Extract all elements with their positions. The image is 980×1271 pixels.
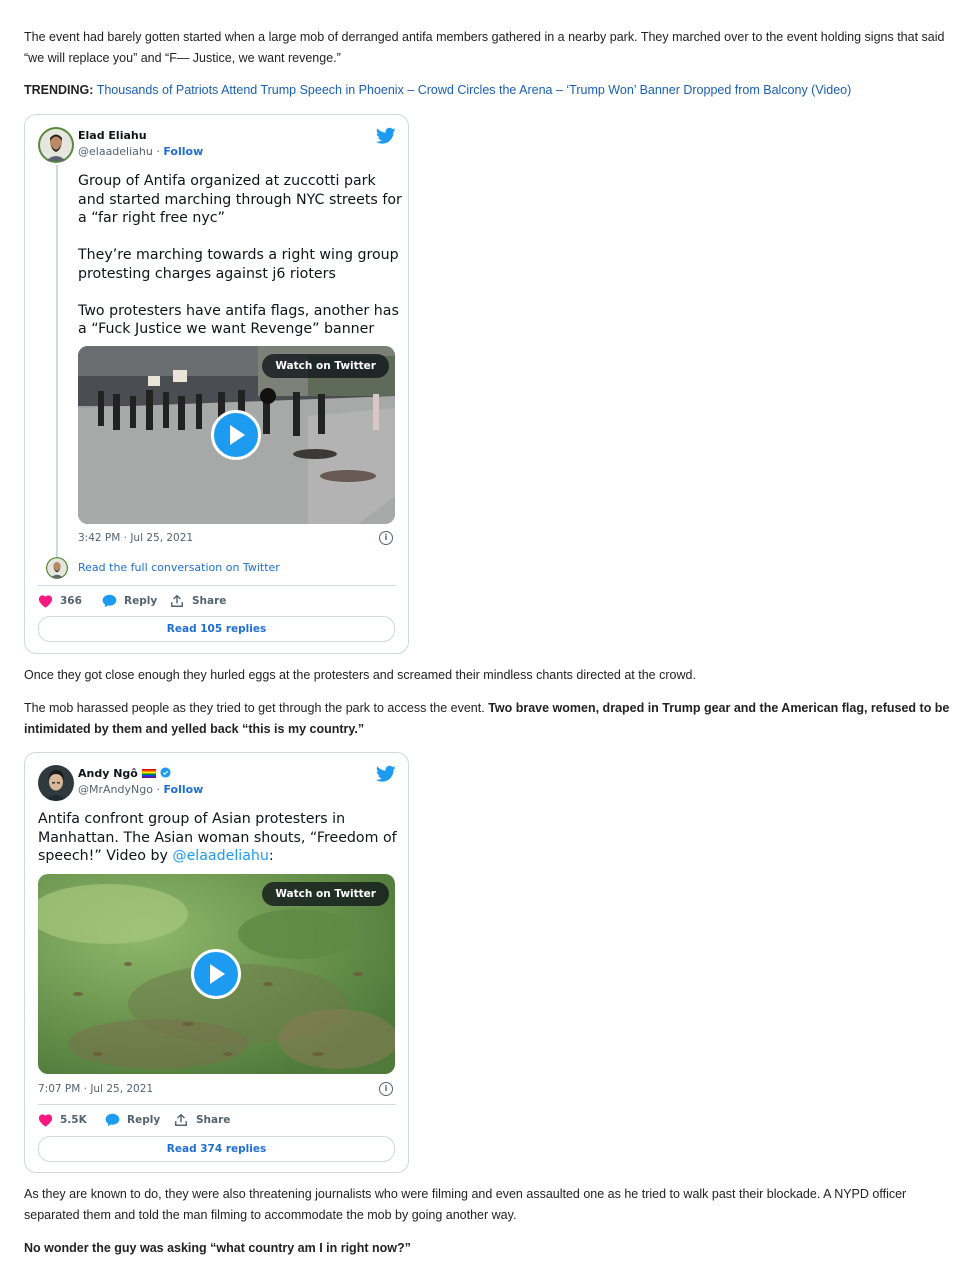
read-replies-button[interactable]: Read 374 replies (38, 1136, 395, 1162)
share-icon (171, 594, 183, 607)
twitter-bird-icon[interactable] (376, 127, 396, 145)
info-icon[interactable]: i (379, 531, 393, 545)
tweet-video[interactable]: Watch on Twitter (78, 346, 395, 524)
tweet-author-handle: @MrAndyNgo · Follow (78, 783, 203, 796)
reply-button[interactable]: Reply (105, 1112, 175, 1128)
avatar[interactable] (38, 127, 74, 163)
trending-line: TRENDING: Thousands of Patriots Attend T… (24, 80, 954, 101)
tweet-author-name: Andy Ngô (78, 767, 171, 780)
tweet-text-end: : (268, 848, 274, 864)
pride-flag-icon (141, 769, 156, 778)
conversation-avatar (46, 557, 68, 579)
mention-link[interactable]: @elaadeliahu (172, 848, 269, 864)
avatar[interactable] (38, 765, 74, 801)
reply-button[interactable]: Reply (102, 593, 172, 609)
author-name-text[interactable]: Andy Ngô (78, 767, 138, 780)
handle-separator: · (152, 783, 164, 796)
handle-separator: · (152, 145, 164, 158)
follow-button[interactable]: Follow (163, 145, 203, 158)
like-count: 5.5K (60, 1114, 87, 1126)
embedded-tweet-2: Andy Ngô @MrAndyNgo · Follow Antifa conf… (24, 752, 409, 1173)
watch-on-twitter-button[interactable]: Watch on Twitter (262, 882, 389, 906)
divider (38, 585, 396, 586)
heart-icon (38, 1114, 53, 1127)
twitter-bird-icon[interactable] (376, 765, 396, 783)
tweet-timestamp[interactable]: 7:07 PM · Jul 25, 2021 (38, 1083, 153, 1095)
info-icon[interactable]: i (379, 1082, 393, 1096)
divider (38, 1104, 396, 1105)
reply-bubble-icon (105, 1113, 120, 1127)
tweet-video[interactable]: Watch on Twitter (38, 874, 395, 1074)
article-paragraph-3: The mob harassed people as they tried to… (24, 698, 954, 740)
share-button[interactable]: Share (170, 593, 240, 609)
tweet-text: Antifa confront group of Asian protester… (38, 810, 398, 866)
tweet-1-header: Elad Eliahu @elaadeliahu · Follow (38, 127, 396, 163)
like-count: 366 (60, 595, 82, 607)
thread-line (56, 165, 58, 557)
heart-icon (38, 595, 53, 608)
play-icon[interactable] (191, 949, 241, 999)
trending-article-link[interactable]: Thousands of Patriots Attend Trump Speec… (97, 83, 852, 97)
like-button[interactable]: 366 (38, 593, 98, 609)
verified-badge-icon (160, 767, 171, 778)
share-label: Share (192, 595, 227, 607)
article-paragraph-1: The event had barely gotten started when… (24, 30, 945, 65)
share-label: Share (196, 1114, 231, 1126)
tweet-2-header: Andy Ngô @MrAndyNgo · Follow (38, 765, 396, 801)
share-icon (175, 1113, 187, 1126)
article-paragraph-4: As they are known to do, they were also … (24, 1187, 907, 1222)
paragraph-3-text: The mob harassed people as they tried to… (24, 701, 489, 715)
tweet-text: Group of Antifa organized at zuccotti pa… (78, 173, 402, 337)
embedded-tweet-1: Elad Eliahu @elaadeliahu · Follow Group … (24, 114, 409, 654)
tweet-author-handle: @elaadeliahu · Follow (78, 145, 203, 158)
follow-button[interactable]: Follow (163, 783, 203, 796)
share-button[interactable]: Share (174, 1112, 244, 1128)
handle-text[interactable]: @elaadeliahu (78, 145, 153, 158)
trending-label: TRENDING: (24, 83, 94, 97)
tweet-author-name[interactable]: Elad Eliahu (78, 129, 147, 142)
play-icon[interactable] (211, 410, 261, 460)
reply-label: Reply (127, 1114, 161, 1126)
read-full-conversation-link[interactable]: Read the full conversation on Twitter (78, 561, 280, 574)
like-button[interactable]: 5.5K (38, 1112, 98, 1128)
article-paragraph-5: No wonder the guy was asking “what count… (24, 1241, 411, 1255)
reply-bubble-icon (102, 594, 117, 608)
article-paragraph-2: Once they got close enough they hurled e… (24, 668, 696, 682)
tweet-timestamp[interactable]: 3:42 PM · Jul 25, 2021 (78, 532, 193, 544)
watch-on-twitter-button[interactable]: Watch on Twitter (262, 354, 389, 378)
handle-text[interactable]: @MrAndyNgo (78, 783, 153, 796)
read-replies-button[interactable]: Read 105 replies (38, 616, 395, 642)
reply-label: Reply (124, 595, 158, 607)
